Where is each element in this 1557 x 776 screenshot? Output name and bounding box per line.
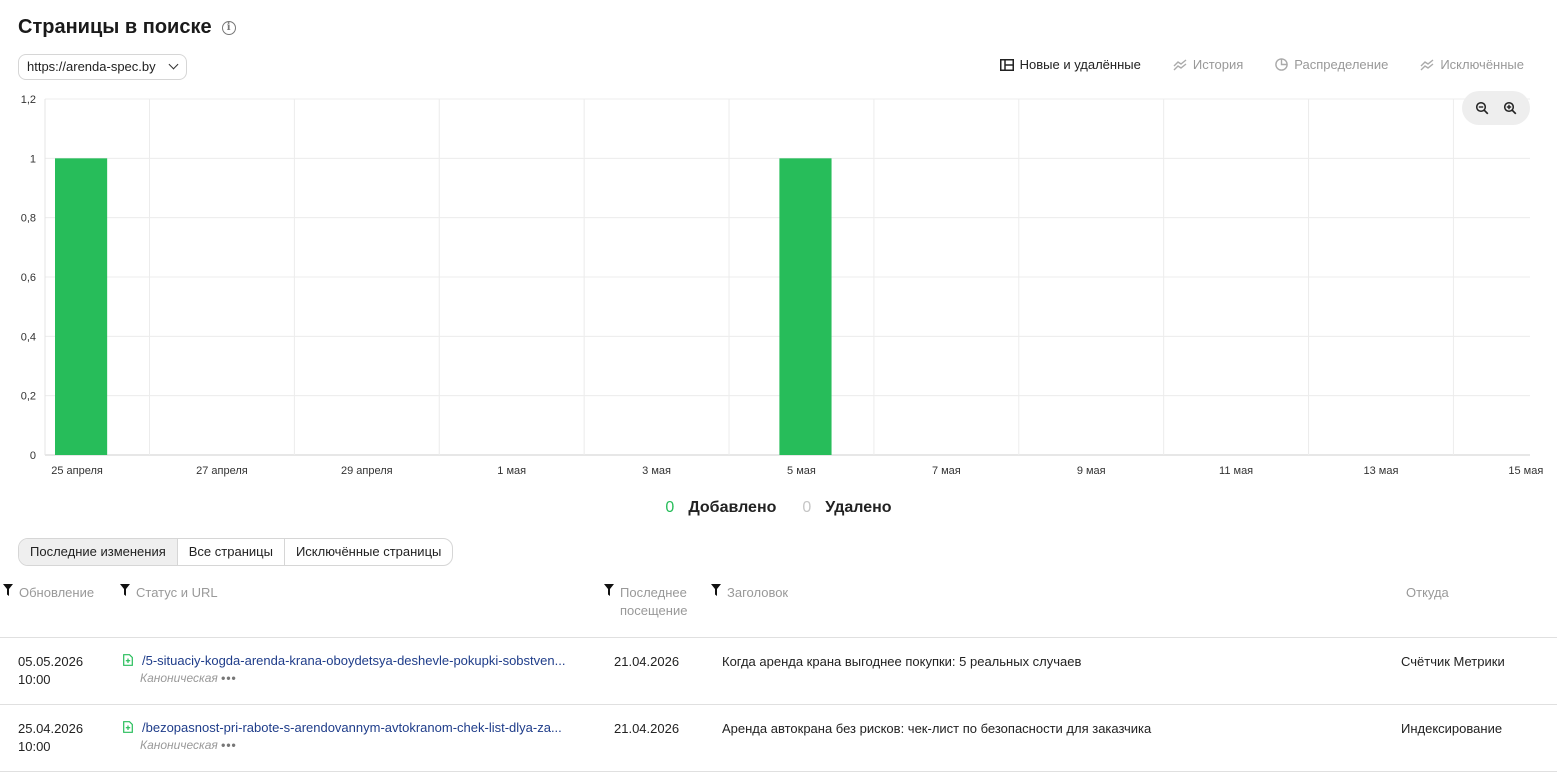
column-updated-label: Обновление xyxy=(19,585,95,600)
column-title: Заголовок xyxy=(711,584,788,602)
column-updated: Обновление xyxy=(3,584,94,602)
row-date: 05.05.2026 xyxy=(18,654,84,669)
x-tick-label: 9 мая xyxy=(1077,465,1106,477)
site-select-value: https://arenda-spec.by xyxy=(27,59,156,74)
x-tick-label: 29 апреля xyxy=(341,465,393,477)
table-icon xyxy=(999,58,1014,71)
y-tick-label: 0 xyxy=(30,450,36,462)
row-status-label: Каноническая xyxy=(140,671,218,685)
more-icon[interactable]: ••• xyxy=(221,671,237,685)
bar xyxy=(779,158,832,455)
x-tick-label: 5 мая xyxy=(787,465,816,477)
column-last-visit-line2: посещение xyxy=(620,603,688,618)
more-icon[interactable]: ••• xyxy=(221,738,237,752)
x-tick-label: 25 апреля xyxy=(51,465,103,477)
filter-icon[interactable] xyxy=(120,584,130,596)
row-title: Когда аренда крана выгоднее покупки: 5 р… xyxy=(722,654,1082,669)
tab-new-and-removed[interactable]: Новые и удалённые xyxy=(999,57,1141,72)
pages-filter-tabs: Последние изменения Все страницы Исключё… xyxy=(18,538,454,566)
y-tick-label: 1,2 xyxy=(21,94,36,106)
tab-excluded-label: Исключённые xyxy=(1440,57,1524,72)
row-time: 10:00 xyxy=(18,739,51,754)
row-title: Аренда автокрана без рисков: чек-лист по… xyxy=(722,721,1152,736)
chevron-down-icon xyxy=(168,59,179,70)
site-select[interactable]: https://arenda-spec.by xyxy=(18,54,187,80)
row-status: Каноническая ••• xyxy=(140,738,237,752)
zoom-out-icon xyxy=(1475,101,1489,115)
removed-label: Удалено xyxy=(825,499,892,516)
row-url-link[interactable]: /bezopasnost-pri-rabote-s-arendovannym-a… xyxy=(142,719,562,737)
x-tick-label: 1 мая xyxy=(497,465,526,477)
chart-legend: 0 Добавлено 0 Удалено xyxy=(0,499,1557,517)
info-icon[interactable]: i xyxy=(221,20,236,35)
filter-icon[interactable] xyxy=(3,584,13,596)
row-date: 25.04.2026 xyxy=(18,721,84,736)
row-source: Счётчик Метрики xyxy=(1401,654,1505,669)
zoom-controls xyxy=(1462,91,1530,125)
row-updated: 05.05.2026 10:00 xyxy=(18,653,83,689)
column-last-visit-line1: Последнее xyxy=(620,585,687,600)
tab-history[interactable]: История xyxy=(1173,57,1243,72)
table-header-divider xyxy=(0,637,1557,638)
y-tick-label: 0,2 xyxy=(21,391,36,403)
zoom-in-button[interactable] xyxy=(1499,97,1521,119)
pages-chart: 0 0,2 0,4 0,6 0,8 1 1,2 25 апреля 27 апреля 29 ап… xyxy=(21,94,1544,477)
column-status-url: Статус и URL xyxy=(120,584,218,602)
column-title-label: Заголовок xyxy=(727,585,789,600)
tab-excluded[interactable]: Исключённые xyxy=(1420,57,1524,72)
tab-recent-changes[interactable]: Последние изменения xyxy=(19,539,177,565)
row-updated: 25.04.2026 10:00 xyxy=(18,720,83,756)
column-status-url-label: Статус и URL xyxy=(136,585,218,600)
y-tick-label: 0,4 xyxy=(21,331,36,343)
tab-distribution-label: Распределение xyxy=(1294,57,1389,72)
page-title-text: Страницы в поиске xyxy=(18,16,212,38)
zoom-out-button[interactable] xyxy=(1471,97,1493,119)
filter-icon[interactable] xyxy=(604,584,614,596)
x-tick-label: 15 мая xyxy=(1508,465,1543,477)
added-label: Добавлено xyxy=(688,499,777,516)
x-tick-label: 11 мая xyxy=(1219,465,1253,477)
legend-removed[interactable]: 0 Удалено xyxy=(802,499,891,517)
tab-all-pages[interactable]: Все страницы xyxy=(176,539,284,565)
page-title: Страницы в поиске i xyxy=(18,16,236,39)
removed-count: 0 xyxy=(802,499,812,516)
row-status-label: Каноническая xyxy=(140,738,218,752)
bar xyxy=(55,158,108,455)
column-last-visit: Последнее посещение xyxy=(604,584,687,620)
x-tick-label: 7 мая xyxy=(932,465,961,477)
y-tick-label: 0,6 xyxy=(21,272,36,284)
page-added-icon xyxy=(123,721,133,733)
y-tick-label: 1 xyxy=(30,153,36,165)
row-url-link[interactable]: /5-situaciy-kogda-arenda-krana-oboydetsy… xyxy=(142,652,565,670)
row-divider xyxy=(0,704,1557,705)
row-divider xyxy=(0,771,1557,772)
zoom-in-icon xyxy=(1503,101,1517,115)
legend-added[interactable]: 0 Добавлено xyxy=(665,499,776,517)
tab-history-label: История xyxy=(1192,57,1244,72)
tab-excluded-pages[interactable]: Исключённые страницы xyxy=(283,539,452,565)
row-last-visit: 21.04.2026 xyxy=(614,654,680,669)
filter-icon[interactable] xyxy=(711,584,721,596)
page-added-icon xyxy=(123,654,133,666)
column-source-label: Откуда xyxy=(1406,585,1449,600)
row-last-visit: 21.04.2026 xyxy=(614,721,680,736)
tab-distribution[interactable]: Распределение xyxy=(1275,57,1388,72)
tab-new-and-removed-label: Новые и удалённые xyxy=(1019,57,1141,72)
column-source: Откуда xyxy=(1406,584,1449,602)
y-tick-label: 0,8 xyxy=(21,213,36,225)
row-source: Индексирование xyxy=(1401,721,1503,736)
row-status: Каноническая ••• xyxy=(140,671,237,685)
x-tick-label: 13 мая xyxy=(1364,465,1399,477)
area-chart-icon xyxy=(1420,58,1434,70)
view-tabs: Новые и удалённые История Распределение … xyxy=(999,57,1524,72)
x-tick-label: 27 апреля xyxy=(196,465,248,477)
line-chart-icon xyxy=(1173,58,1187,70)
row-time: 10:00 xyxy=(18,672,51,687)
added-count: 0 xyxy=(665,499,675,516)
pie-chart-icon xyxy=(1275,58,1289,71)
x-tick-label: 3 мая xyxy=(642,465,671,477)
